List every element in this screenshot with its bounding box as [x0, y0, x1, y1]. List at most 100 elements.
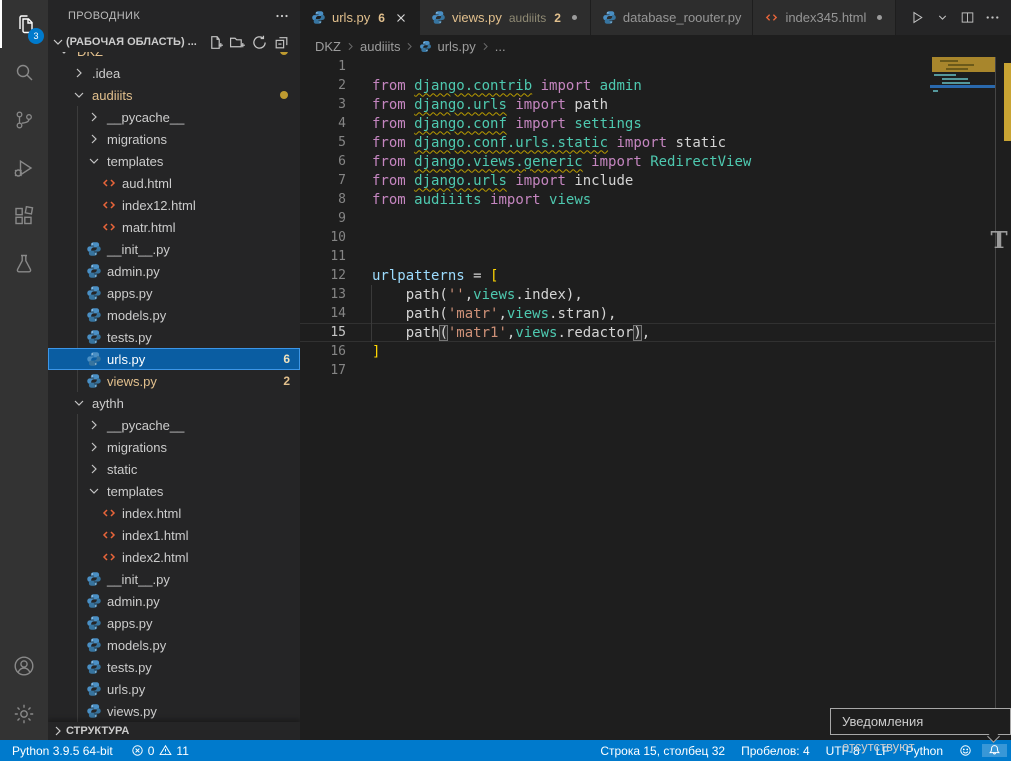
- activitybar-search[interactable]: [0, 48, 48, 96]
- tree-item-migrations[interactable]: migrations: [48, 128, 300, 150]
- code-line-14[interactable]: 14 path('matr',views.stran),: [300, 304, 995, 323]
- tree-item-label: migrations: [107, 132, 167, 147]
- html-icon: [101, 527, 117, 543]
- run-dropdown-button[interactable]: [931, 7, 953, 29]
- code-line-2[interactable]: 2from django.contrib import admin: [300, 76, 995, 95]
- tree-item-apps-py[interactable]: apps.py: [48, 282, 300, 304]
- code-line-10[interactable]: 10: [300, 228, 995, 247]
- breadcrumb-item-dkz[interactable]: DKZ: [315, 39, 341, 54]
- tree-item-admin-py[interactable]: admin.py: [48, 260, 300, 282]
- code-line-16[interactable]: 16]: [300, 342, 995, 361]
- close-icon[interactable]: [394, 11, 408, 25]
- code-line-12[interactable]: 12urlpatterns = [: [300, 266, 995, 285]
- line-number: 5: [300, 135, 346, 150]
- status-notifications[interactable]: [982, 744, 1007, 757]
- chevron-right-icon: [479, 40, 492, 53]
- workspace-section-header[interactable]: (РАБОЧАЯ ОБЛАСТЬ) ...: [48, 32, 300, 52]
- tree-item-matr-html[interactable]: matr.html: [48, 216, 300, 238]
- tab-index345-html[interactable]: index345.html: [753, 0, 896, 35]
- tab-urls-py[interactable]: urls.py6: [300, 0, 420, 35]
- tree-item-index-html[interactable]: index.html: [48, 502, 300, 524]
- tab-database-roouter-py[interactable]: database_roouter.py: [591, 0, 754, 35]
- tree-item-views-py[interactable]: views.py: [48, 700, 300, 722]
- activitybar-account[interactable]: [0, 642, 48, 690]
- status-problems[interactable]: 011: [125, 744, 195, 758]
- code-line-9[interactable]: 9: [300, 209, 995, 228]
- tree-item-dkz[interactable]: DKZ: [48, 52, 300, 62]
- tree-item-urls-py[interactable]: urls.py6: [48, 348, 300, 370]
- editor-actions: [906, 0, 1011, 35]
- breadcrumb-item-urls-py[interactable]: urls.py: [419, 39, 475, 54]
- code-text: path('matr1',views.redactor),: [372, 325, 650, 341]
- breadcrumb-item-audiiits[interactable]: audiiits: [360, 39, 400, 54]
- tree-item-templates[interactable]: templates: [48, 150, 300, 172]
- structure-section-header[interactable]: СТРУКТУРА: [48, 722, 300, 740]
- breadcrumb-item-[interactable]: ...: [495, 39, 506, 54]
- tree-item-pycache[interactable]: __pycache__: [48, 414, 300, 436]
- tree-item-tests-py[interactable]: tests.py: [48, 656, 300, 678]
- tree-item-index2-html[interactable]: index2.html: [48, 546, 300, 568]
- tree-item-index1-html[interactable]: index1.html: [48, 524, 300, 546]
- new-folder-icon[interactable]: [229, 34, 246, 51]
- workspace-section-label: (РАБОЧАЯ ОБЛАСТЬ) ...: [66, 36, 197, 48]
- code-line-11[interactable]: 11: [300, 247, 995, 266]
- feedback-icon: [959, 744, 972, 757]
- more-actions-button[interactable]: [981, 7, 1003, 29]
- minimap-mark: [942, 82, 970, 84]
- activitybar-testing[interactable]: [0, 240, 48, 288]
- activitybar-settings[interactable]: [0, 690, 48, 738]
- tree-item-label: .idea: [92, 66, 120, 81]
- tree-item-label: index2.html: [122, 550, 188, 565]
- tree-item-aythh[interactable]: aythh: [48, 392, 300, 414]
- tree-item-models-py[interactable]: models.py: [48, 304, 300, 326]
- code-line-15[interactable]: 15 path('matr1',views.redactor),: [300, 323, 995, 342]
- status-indentation[interactable]: Пробелов: 4: [735, 744, 816, 758]
- tab-views-py[interactable]: views.pyaudiiits2: [420, 0, 591, 35]
- activitybar-source-control[interactable]: [0, 96, 48, 144]
- code-line-4[interactable]: 4from django.conf import settings: [300, 114, 995, 133]
- more-actions-icon[interactable]: [274, 8, 290, 24]
- code-line-5[interactable]: 5from django.conf.urls.static import sta…: [300, 133, 995, 152]
- tree-item-pycache[interactable]: __pycache__: [48, 106, 300, 128]
- tree-item-init-py[interactable]: __init__.py: [48, 238, 300, 260]
- tree-item-urls-py[interactable]: urls.py: [48, 678, 300, 700]
- tree-item-tests-py[interactable]: tests.py: [48, 326, 300, 348]
- tree-item-models-py[interactable]: models.py: [48, 634, 300, 656]
- code-line-6[interactable]: 6from django.views.generic import Redire…: [300, 152, 995, 171]
- tree-item-aud-html[interactable]: aud.html: [48, 172, 300, 194]
- code-line-3[interactable]: 3from django.urls import path: [300, 95, 995, 114]
- tree-item-admin-py[interactable]: admin.py: [48, 590, 300, 612]
- activitybar-run-debug[interactable]: [0, 144, 48, 192]
- code-line-17[interactable]: 17: [300, 361, 995, 380]
- code-line-13[interactable]: 13 path('',views.index),: [300, 285, 995, 304]
- status-python-interpreter[interactable]: Python 3.9.5 64-bit: [6, 744, 119, 758]
- activity-bar-top: 3: [0, 0, 48, 288]
- collapse-all-icon[interactable]: [273, 34, 290, 51]
- tree-item-migrations[interactable]: migrations: [48, 436, 300, 458]
- activitybar-explorer[interactable]: 3: [0, 0, 48, 48]
- code-editor[interactable]: 12from django.contrib import admin3from …: [300, 57, 1011, 740]
- tree-item-views-py[interactable]: views.py2: [48, 370, 300, 392]
- code-line-8[interactable]: 8from audiiits import views: [300, 190, 995, 209]
- tree-item-audiiits[interactable]: audiiits: [48, 84, 300, 106]
- tree-item-index12-html[interactable]: index12.html: [48, 194, 300, 216]
- tree-item-apps-py[interactable]: apps.py: [48, 612, 300, 634]
- code-line-1[interactable]: 1: [300, 57, 995, 76]
- dirty-dot-icon[interactable]: [875, 13, 884, 22]
- activitybar-extensions[interactable]: [0, 192, 48, 240]
- code-line-7[interactable]: 7from django.urls import include: [300, 171, 995, 190]
- run-button[interactable]: [906, 7, 928, 29]
- tree-item-idea[interactable]: .idea: [48, 62, 300, 84]
- status-cursor-position[interactable]: Строка 15, столбец 32: [594, 744, 731, 758]
- split-editor-button[interactable]: [956, 7, 978, 29]
- new-file-icon[interactable]: [207, 34, 224, 51]
- tree-item-static[interactable]: static: [48, 458, 300, 480]
- tree-item-init-py[interactable]: __init__.py: [48, 568, 300, 590]
- testing-icon: [12, 252, 36, 276]
- dirty-dot-icon[interactable]: [570, 13, 579, 22]
- tree-item-templates[interactable]: templates: [48, 480, 300, 502]
- minimap[interactable]: [930, 57, 996, 177]
- overview-ruler-modified-marker[interactable]: [1004, 63, 1011, 141]
- refresh-icon[interactable]: [251, 34, 268, 51]
- status-feedback[interactable]: [953, 744, 978, 757]
